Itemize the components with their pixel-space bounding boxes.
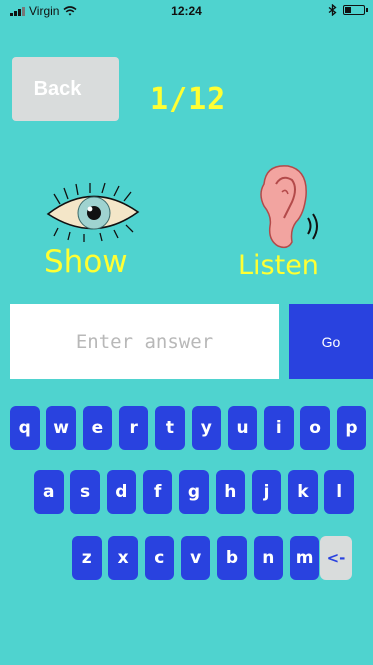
key-t[interactable]: t	[155, 406, 185, 450]
key-b[interactable]: b	[217, 536, 247, 580]
battery-level	[345, 7, 351, 13]
bluetooth-icon	[328, 4, 337, 16]
key-n[interactable]: n	[253, 536, 283, 580]
ear-icon[interactable]	[242, 162, 322, 250]
key-o[interactable]: o	[300, 406, 330, 450]
go-button[interactable]: Go	[289, 304, 373, 379]
key-v[interactable]: v	[180, 536, 211, 580]
key-c[interactable]: c	[144, 536, 175, 580]
status-right	[328, 4, 368, 16]
key-p[interactable]: p	[336, 406, 367, 450]
back-button[interactable]: Back	[12, 57, 119, 121]
listen-mode-label[interactable]: Listen	[238, 250, 319, 281]
clock: 12:24	[171, 4, 202, 18]
question-progress: 1/12	[150, 82, 227, 117]
key-y[interactable]: y	[191, 406, 221, 450]
backspace-key[interactable]: <-	[320, 536, 352, 580]
key-a[interactable]: a	[34, 470, 64, 514]
status-bar: Virgin 12:24	[0, 0, 373, 22]
answer-input[interactable]	[10, 304, 279, 379]
key-x[interactable]: x	[108, 536, 138, 580]
key-j[interactable]: j	[251, 470, 282, 514]
key-u[interactable]: u	[227, 406, 258, 450]
key-i[interactable]: i	[264, 406, 294, 450]
key-h[interactable]: h	[215, 470, 245, 514]
key-z[interactable]: z	[72, 536, 102, 580]
eye-icon[interactable]	[44, 182, 144, 244]
key-f[interactable]: f	[142, 470, 173, 514]
show-mode-label[interactable]: Show	[44, 244, 128, 280]
key-e[interactable]: e	[82, 406, 113, 450]
key-d[interactable]: d	[106, 470, 137, 514]
key-k[interactable]: k	[288, 470, 318, 514]
key-w[interactable]: w	[46, 406, 76, 450]
key-r[interactable]: r	[118, 406, 149, 450]
key-s[interactable]: s	[70, 470, 100, 514]
key-l[interactable]: l	[324, 470, 354, 514]
key-g[interactable]: g	[179, 470, 209, 514]
key-m[interactable]: m	[289, 536, 320, 580]
key-q[interactable]: q	[10, 406, 40, 450]
battery-icon	[343, 5, 368, 15]
